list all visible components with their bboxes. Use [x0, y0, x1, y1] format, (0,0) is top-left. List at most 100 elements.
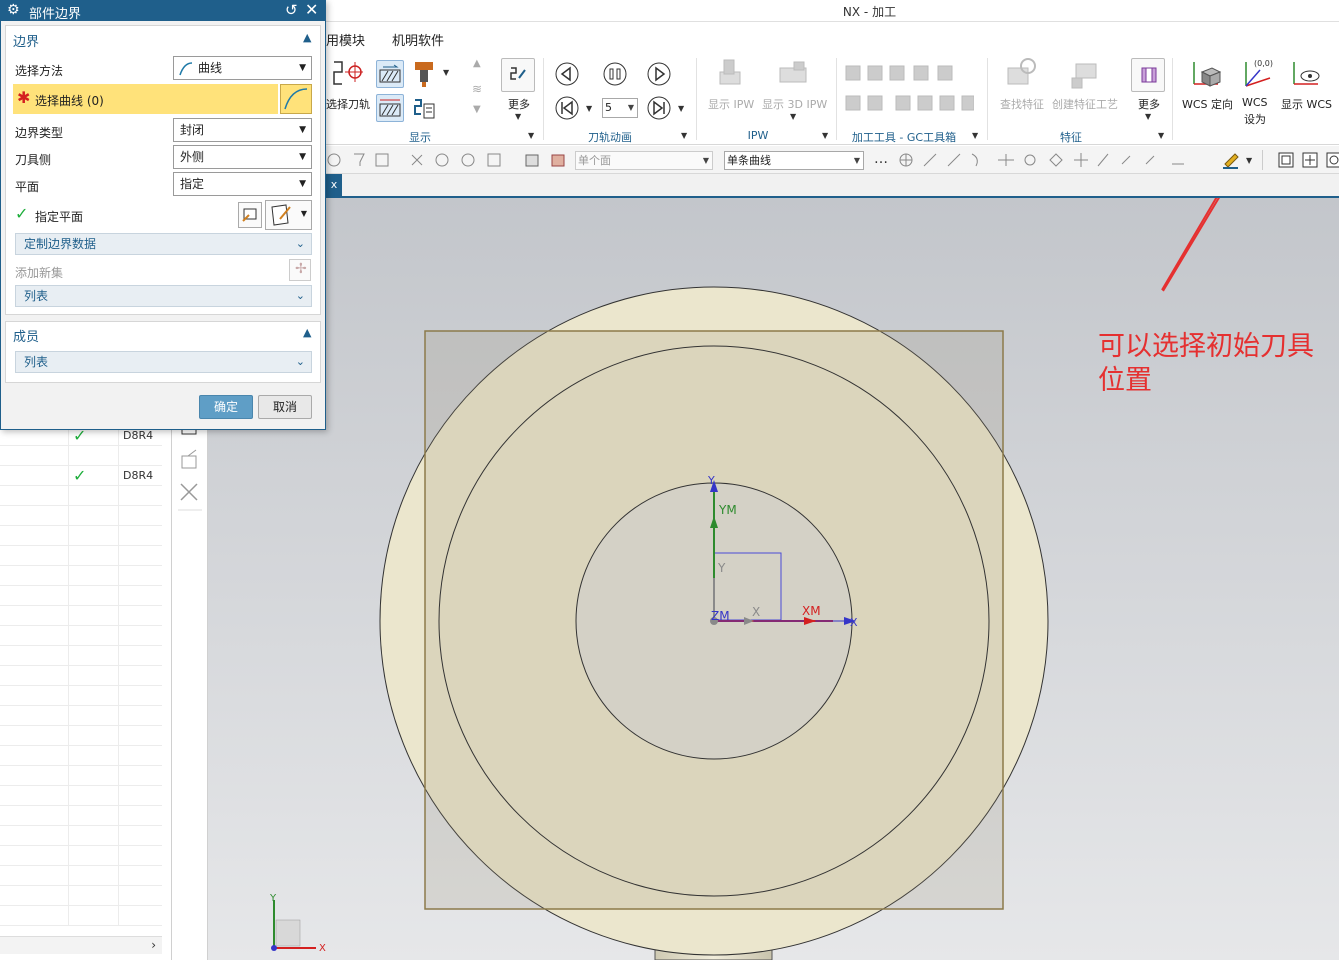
- close-icon[interactable]: ✕: [305, 0, 318, 19]
- graphics-window[interactable]: Y YM Y X XM ZM X Y X: [208, 198, 1339, 960]
- table-row[interactable]: [0, 686, 162, 706]
- tool-side-select[interactable]: 外侧 ▼: [173, 145, 312, 169]
- show-ipw-icon[interactable]: [714, 56, 750, 90]
- select-curve-button[interactable]: [280, 84, 312, 114]
- table-row[interactable]: [0, 666, 162, 686]
- more-display-dropdown-icon[interactable]: ▼: [515, 112, 521, 121]
- view-rotate-icon[interactable]: [1326, 152, 1339, 168]
- group-display-menu-icon[interactable]: ▼: [528, 131, 534, 140]
- table-row[interactable]: [0, 826, 162, 846]
- wcs-set-label-2[interactable]: 设为: [1244, 111, 1266, 127]
- show-3d-ipw-label[interactable]: 显示 3D IPW: [762, 96, 827, 112]
- table-row[interactable]: [0, 526, 162, 546]
- group-ipw-menu-icon[interactable]: ▼: [822, 131, 828, 140]
- show-wcs-icon[interactable]: [1288, 58, 1324, 92]
- group-animation-menu-icon[interactable]: ▼: [681, 131, 687, 140]
- fast-forward-dropdown-icon[interactable]: ▼: [678, 104, 684, 113]
- table-row[interactable]: [0, 446, 162, 466]
- table-row[interactable]: [0, 506, 162, 526]
- wcs-orient-icon[interactable]: [1188, 58, 1224, 92]
- find-feature-icon[interactable]: [1004, 56, 1040, 92]
- table-row[interactable]: [0, 866, 162, 886]
- table-row[interactable]: [0, 806, 162, 826]
- table-row[interactable]: [0, 906, 162, 926]
- wcs-orient-label[interactable]: WCS 定向: [1182, 96, 1233, 112]
- view-zoom-icon[interactable]: [1302, 152, 1318, 168]
- horizontal-scrollbar[interactable]: ›: [0, 936, 162, 954]
- wcs-set-label-1[interactable]: WCS: [1242, 96, 1268, 109]
- ok-button[interactable]: 确定: [199, 395, 253, 419]
- table-row[interactable]: ✓ D8R4: [0, 466, 162, 486]
- table-row[interactable]: [0, 646, 162, 666]
- members-list-bar[interactable]: 列表 ⌄: [15, 351, 312, 373]
- select-toolpath-label[interactable]: 选择刀轨: [326, 96, 370, 112]
- plane-inferred-button[interactable]: ▼: [265, 200, 312, 230]
- table-row[interactable]: [0, 606, 162, 626]
- collapse-boundary-icon[interactable]: ▲: [303, 31, 311, 44]
- group-feature-menu-icon[interactable]: ▼: [1158, 131, 1164, 140]
- more-feature-dropdown-icon[interactable]: ▼: [1145, 112, 1151, 121]
- gc-toolkit-icons[interactable]: [844, 64, 975, 120]
- show-ipw-label[interactable]: 显示 IPW: [708, 96, 754, 112]
- show-wcs-label[interactable]: 显示 WCS: [1281, 96, 1332, 112]
- fast-forward-icon[interactable]: [647, 96, 671, 120]
- tab-close-button[interactable]: x: [326, 174, 342, 196]
- scroll-down-icon[interactable]: ▼: [473, 104, 481, 115]
- reset-icon[interactable]: ↺: [285, 1, 298, 19]
- table-row[interactable]: [0, 586, 162, 606]
- table-row[interactable]: [0, 626, 162, 646]
- table-row[interactable]: [0, 846, 162, 866]
- menu-item-jiming-software[interactable]: 机明软件: [392, 30, 444, 49]
- group-gc-menu-icon[interactable]: ▼: [972, 131, 978, 140]
- snap-point-icons[interactable]: [896, 150, 1216, 170]
- table-row[interactable]: [0, 886, 162, 906]
- scroll-up-icon[interactable]: ▲: [473, 58, 481, 69]
- add-new-set-button[interactable]: ✢: [289, 259, 311, 281]
- tool-display-icon[interactable]: [412, 60, 436, 88]
- animation-speed-select[interactable]: 5 ▼: [602, 98, 638, 118]
- custom-boundary-data-bar[interactable]: 定制边界数据 ⌄: [15, 233, 312, 255]
- vertical-toolbar-icons[interactable]: [178, 422, 202, 512]
- initial-tool-position-icon[interactable]: [1222, 150, 1240, 170]
- initial-tool-position-dropdown-icon[interactable]: ▼: [1246, 156, 1252, 165]
- part-model-view[interactable]: Y YM Y X XM ZM X Y X: [208, 198, 1339, 960]
- boundary-section-header[interactable]: 边界: [13, 31, 39, 50]
- gear-icon[interactable]: ⚙: [7, 2, 20, 18]
- face-filter-select[interactable]: 单个面 ▼: [575, 151, 713, 170]
- plane-inferred-dropdown-icon[interactable]: ▼: [301, 209, 307, 218]
- cancel-button[interactable]: 取消: [258, 395, 312, 419]
- step-back-icon[interactable]: [555, 62, 579, 86]
- table-row[interactable]: [0, 726, 162, 746]
- selection-filter-icons[interactable]: [326, 150, 566, 170]
- boundary-type-select[interactable]: 封闭 ▼: [173, 118, 312, 142]
- toolpath-list-icon[interactable]: [412, 96, 436, 122]
- plane-dialog-button[interactable]: [238, 202, 262, 228]
- scroll-right-icon[interactable]: ›: [151, 938, 156, 952]
- rewind-dropdown-icon[interactable]: ▼: [586, 104, 592, 113]
- show-3d-ipw-dropdown-icon[interactable]: ▼: [790, 112, 796, 121]
- tool-display-dropdown-icon[interactable]: ▼: [443, 68, 449, 77]
- view-fit-icon[interactable]: [1278, 152, 1294, 168]
- show-3d-ipw-icon[interactable]: [776, 58, 812, 90]
- rewind-icon[interactable]: [555, 96, 579, 120]
- select-toolpath-icon[interactable]: [330, 58, 364, 92]
- table-row[interactable]: [0, 566, 162, 586]
- table-row[interactable]: [0, 706, 162, 726]
- boundary-list-bar[interactable]: 列表 ⌄: [15, 285, 312, 307]
- table-row[interactable]: [0, 546, 162, 566]
- more-feature-label[interactable]: 更多: [1138, 96, 1160, 112]
- table-row[interactable]: [0, 766, 162, 786]
- table-row[interactable]: [0, 746, 162, 766]
- create-feature-process-icon[interactable]: [1066, 56, 1102, 92]
- more-display-label[interactable]: 更多: [508, 96, 530, 112]
- menu-item-modules[interactable]: 用模块: [326, 30, 365, 49]
- collapse-members-icon[interactable]: ▲: [303, 326, 311, 339]
- table-row[interactable]: [0, 486, 162, 506]
- dialog-title-bar[interactable]: ⚙ 部件边界 ↺ ✕: [1, 0, 325, 22]
- create-feature-process-label[interactable]: 创建特征工艺: [1052, 96, 1118, 112]
- curve-rule-select[interactable]: 单条曲线 ▼: [724, 151, 864, 170]
- pause-icon[interactable]: [603, 62, 627, 86]
- find-feature-label[interactable]: 查找特征: [1000, 96, 1044, 112]
- more-options-icon[interactable]: …: [874, 151, 888, 167]
- plane-select[interactable]: 指定 ▼: [173, 172, 312, 196]
